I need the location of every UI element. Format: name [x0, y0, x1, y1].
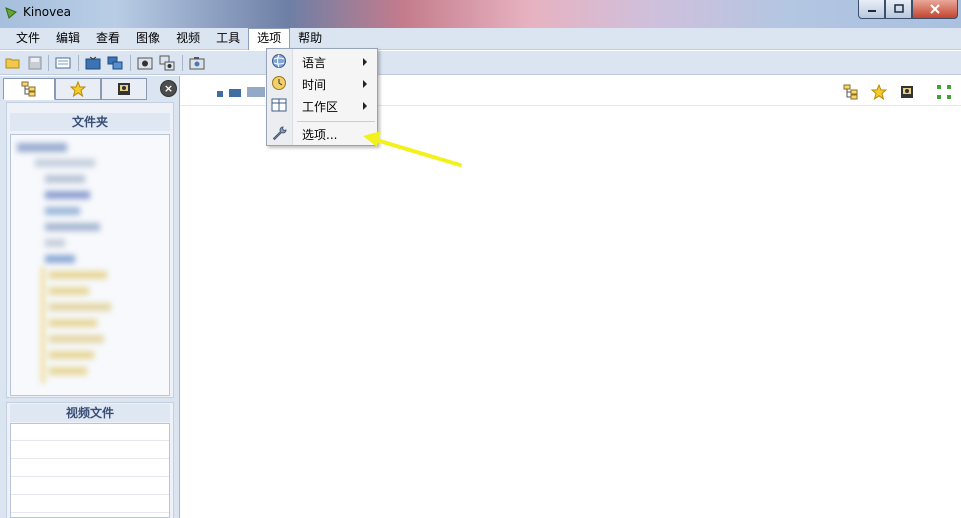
title-bar: Kinovea: [0, 0, 961, 28]
list-row-line: [11, 458, 169, 459]
dual-capture-icon[interactable]: [159, 55, 175, 71]
menu-help[interactable]: 帮助: [290, 28, 330, 50]
file-explorer-panel: × 文件夹 视频文件: [0, 76, 180, 518]
thumbnail-size-medium-button[interactable]: [229, 89, 241, 97]
list-row-line: [11, 494, 169, 495]
list-row-line: [11, 440, 169, 441]
camera-icon: [118, 83, 130, 95]
annotation-arrow-icon: [363, 131, 462, 167]
fullscreen-icon[interactable]: [936, 84, 952, 100]
minimize-icon: [867, 10, 876, 12]
submenu-arrow-icon: [363, 80, 367, 88]
folders-header: 文件夹: [10, 113, 170, 131]
save-icon[interactable]: [27, 55, 43, 71]
globe-icon: [272, 54, 286, 68]
camera-icon[interactable]: [899, 84, 915, 100]
menu-bar: 文件 编辑 查看 图像 视频 工具 选项 帮助: [0, 28, 961, 50]
toolbar-separator: [182, 55, 183, 71]
folder-tree[interactable]: [10, 134, 170, 396]
camera-settings-icon[interactable]: [189, 55, 205, 71]
menu-item-label: 时间: [302, 78, 327, 92]
video-file-list[interactable]: [10, 423, 170, 518]
menu-item-time[interactable]: 时间: [267, 72, 377, 94]
capture-icon[interactable]: [137, 55, 153, 71]
files-header: 视频文件: [10, 404, 170, 422]
folder-tree-icon: [21, 81, 36, 97]
open-folder-icon[interactable]: [5, 55, 21, 71]
maximize-button[interactable]: [885, 0, 912, 19]
maximize-icon: [893, 4, 904, 13]
submenu-arrow-icon: [363, 102, 367, 110]
wrench-icon: [272, 126, 287, 141]
toolbar: [0, 51, 961, 75]
menu-options[interactable]: 选项: [248, 28, 291, 50]
list-row-line: [11, 476, 169, 477]
window-controls: [858, 0, 958, 19]
thumbnail-size-small-button[interactable]: [217, 91, 223, 97]
dual-player-icon[interactable]: [107, 55, 123, 71]
thumbnail-size-large-button[interactable]: [247, 87, 265, 97]
toolbar-separator: [130, 55, 131, 71]
explorer-tabs: ×: [3, 78, 177, 100]
menu-view[interactable]: 查看: [88, 28, 128, 50]
menu-image[interactable]: 图像: [128, 28, 168, 50]
menu-file[interactable]: 文件: [8, 28, 48, 50]
single-player-icon[interactable]: [85, 55, 101, 71]
close-icon: [930, 4, 940, 14]
menu-edit[interactable]: 编辑: [48, 28, 88, 50]
submenu-arrow-icon: [363, 58, 367, 66]
list-row-line: [11, 512, 169, 513]
close-panel-button[interactable]: ×: [160, 80, 177, 97]
window-title: Kinovea: [23, 5, 71, 19]
menu-item-language[interactable]: 语言: [267, 50, 377, 72]
menu-video[interactable]: 视频: [168, 28, 208, 50]
toolbar-separator: [48, 55, 49, 71]
menu-item-workspace[interactable]: 工作区: [267, 94, 377, 116]
kinovea-logo-icon: [5, 7, 17, 19]
star-icon[interactable]: [871, 84, 887, 100]
clock-icon: [272, 76, 286, 90]
browser-view-icon[interactable]: [55, 55, 71, 71]
menu-tools[interactable]: 工具: [208, 28, 248, 50]
menu-item-label: 语言: [302, 56, 327, 70]
toolbar-separator: [78, 55, 79, 71]
menu-item-label: 选项...: [302, 128, 338, 142]
menu-item-label: 工作区: [302, 100, 339, 114]
layout-icon: [271, 98, 287, 112]
minimize-button[interactable]: [858, 0, 885, 19]
folder-tree-icon[interactable]: [843, 84, 859, 100]
blurred-tree-content: [15, 139, 165, 389]
tab-cameras[interactable]: [101, 78, 147, 100]
close-button[interactable]: [912, 0, 958, 19]
tab-favorites[interactable]: [55, 78, 101, 100]
close-icon: ×: [163, 82, 174, 95]
star-icon: [70, 81, 86, 97]
tab-folders[interactable]: [3, 78, 55, 100]
